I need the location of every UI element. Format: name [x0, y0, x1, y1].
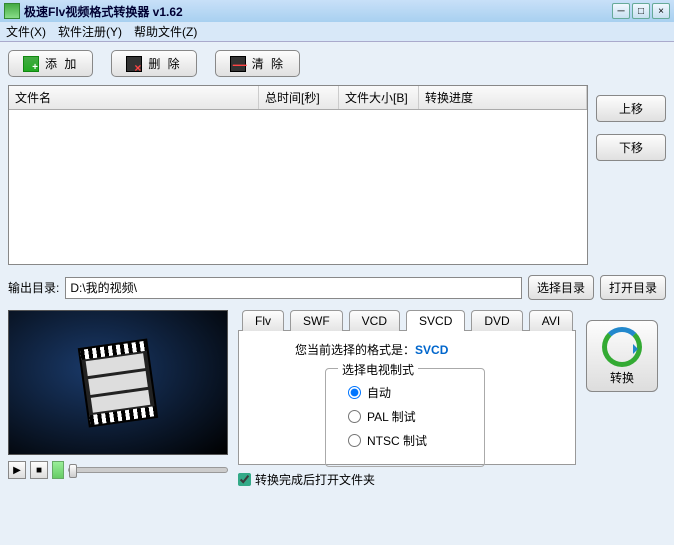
current-format-value: SVCD — [415, 343, 448, 357]
app-icon — [4, 3, 20, 19]
menu-file[interactable]: 文件(X) — [6, 23, 46, 40]
toolbar: 添 加 删 除 清 除 — [8, 50, 666, 77]
menu-register[interactable]: 软件注册(Y) — [58, 23, 122, 40]
content: 添 加 删 除 清 除 文件名 总时间[秒] 文件大小[B] 转换进度 上移 下… — [0, 42, 674, 545]
col-size[interactable]: 文件大小[B] — [339, 86, 419, 109]
radio-pal-row[interactable]: PAL 制试 — [348, 408, 462, 425]
minimize-button[interactable]: ─ — [612, 3, 630, 19]
delete-button[interactable]: 删 除 — [111, 50, 196, 77]
tab-svcd[interactable]: SVCD — [406, 310, 465, 331]
menu-help[interactable]: 帮助文件(Z) — [134, 23, 197, 40]
output-path-input[interactable] — [65, 277, 522, 299]
open-after-checkbox[interactable] — [238, 473, 251, 486]
format-tabs: Flv SWF VCD SVCD DVD AVI — [238, 310, 576, 331]
delete-label: 删 除 — [148, 55, 181, 72]
tab-flv[interactable]: Flv — [242, 310, 284, 331]
col-filename[interactable]: 文件名 — [9, 86, 259, 109]
tab-swf[interactable]: SWF — [290, 310, 343, 331]
window-controls: ─ □ × — [612, 3, 670, 19]
convert-column: 转换 — [586, 310, 666, 488]
move-up-button[interactable]: 上移 — [596, 95, 666, 122]
format-column: Flv SWF VCD SVCD DVD AVI 您当前选择的格式是：SVCD … — [238, 310, 576, 488]
clear-button[interactable]: 清 除 — [215, 50, 300, 77]
reorder-buttons: 上移 下移 — [596, 85, 666, 265]
radio-auto[interactable] — [348, 386, 361, 399]
list-header: 文件名 总时间[秒] 文件大小[B] 转换进度 — [9, 86, 587, 110]
move-down-button[interactable]: 下移 — [596, 134, 666, 161]
titlebar: 极速Flv视频格式转换器 v1.62 ─ □ × — [0, 0, 674, 22]
seek-thumb[interactable] — [69, 464, 77, 478]
radio-ntsc-row[interactable]: NTSC 制试 — [348, 432, 462, 449]
convert-button[interactable]: 转换 — [586, 320, 658, 392]
menubar: 文件(X) 软件注册(Y) 帮助文件(Z) — [0, 22, 674, 42]
play-button[interactable]: ▶ — [8, 461, 26, 479]
preview-pane — [8, 310, 228, 455]
current-format-prefix: 您当前选择的格式是： — [295, 343, 415, 357]
clear-icon — [230, 56, 246, 72]
radio-pal[interactable] — [348, 410, 361, 423]
add-button[interactable]: 添 加 — [8, 50, 93, 77]
current-format-text: 您当前选择的格式是：SVCD — [255, 341, 559, 358]
radio-auto-row[interactable]: 自动 — [348, 384, 462, 401]
list-area: 文件名 总时间[秒] 文件大小[B] 转换进度 上移 下移 — [8, 85, 666, 265]
open-after-label: 转换完成后打开文件夹 — [255, 471, 375, 488]
output-label: 输出目录: — [8, 279, 59, 296]
open-dir-button[interactable]: 打开目录 — [600, 275, 666, 300]
tv-standard-group: 选择电视制式 自动 PAL 制试 NTSC 制试 — [325, 368, 485, 467]
maximize-button[interactable]: □ — [632, 3, 650, 19]
add-label: 添 加 — [45, 55, 78, 72]
radio-ntsc[interactable] — [348, 434, 361, 447]
window-title: 极速Flv视频格式转换器 v1.62 — [24, 3, 612, 20]
stop-button[interactable]: ■ — [30, 461, 48, 479]
tab-panel: 您当前选择的格式是：SVCD 选择电视制式 自动 PAL 制试 NTSC 制试 — [238, 330, 576, 465]
bottom-area: ▶ ■ Flv SWF VCD SVCD DVD AVI 您当前选择的格式是：S… — [8, 310, 666, 488]
choose-dir-button[interactable]: 选择目录 — [528, 275, 594, 300]
player-controls: ▶ ■ — [8, 461, 228, 479]
filmstrip-icon — [78, 338, 158, 427]
col-progress[interactable]: 转换进度 — [419, 86, 587, 109]
convert-icon — [602, 327, 642, 367]
output-row: 输出目录: 选择目录 打开目录 — [8, 275, 666, 300]
add-icon — [23, 56, 39, 72]
tab-vcd[interactable]: VCD — [349, 310, 400, 331]
volume-icon[interactable] — [52, 461, 64, 479]
tv-legend: 选择电视制式 — [338, 361, 418, 378]
file-list[interactable]: 文件名 总时间[秒] 文件大小[B] 转换进度 — [8, 85, 588, 265]
tab-dvd[interactable]: DVD — [471, 310, 522, 331]
radio-auto-label: 自动 — [367, 384, 391, 401]
open-after-row[interactable]: 转换完成后打开文件夹 — [238, 471, 576, 488]
seek-bar[interactable] — [68, 467, 228, 473]
close-button[interactable]: × — [652, 3, 670, 19]
delete-icon — [126, 56, 142, 72]
col-duration[interactable]: 总时间[秒] — [259, 86, 339, 109]
radio-pal-label: PAL 制试 — [367, 408, 416, 425]
clear-label: 清 除 — [252, 55, 285, 72]
convert-label: 转换 — [610, 369, 634, 386]
preview-column: ▶ ■ — [8, 310, 228, 488]
radio-ntsc-label: NTSC 制试 — [367, 432, 427, 449]
tab-avi[interactable]: AVI — [529, 310, 573, 331]
